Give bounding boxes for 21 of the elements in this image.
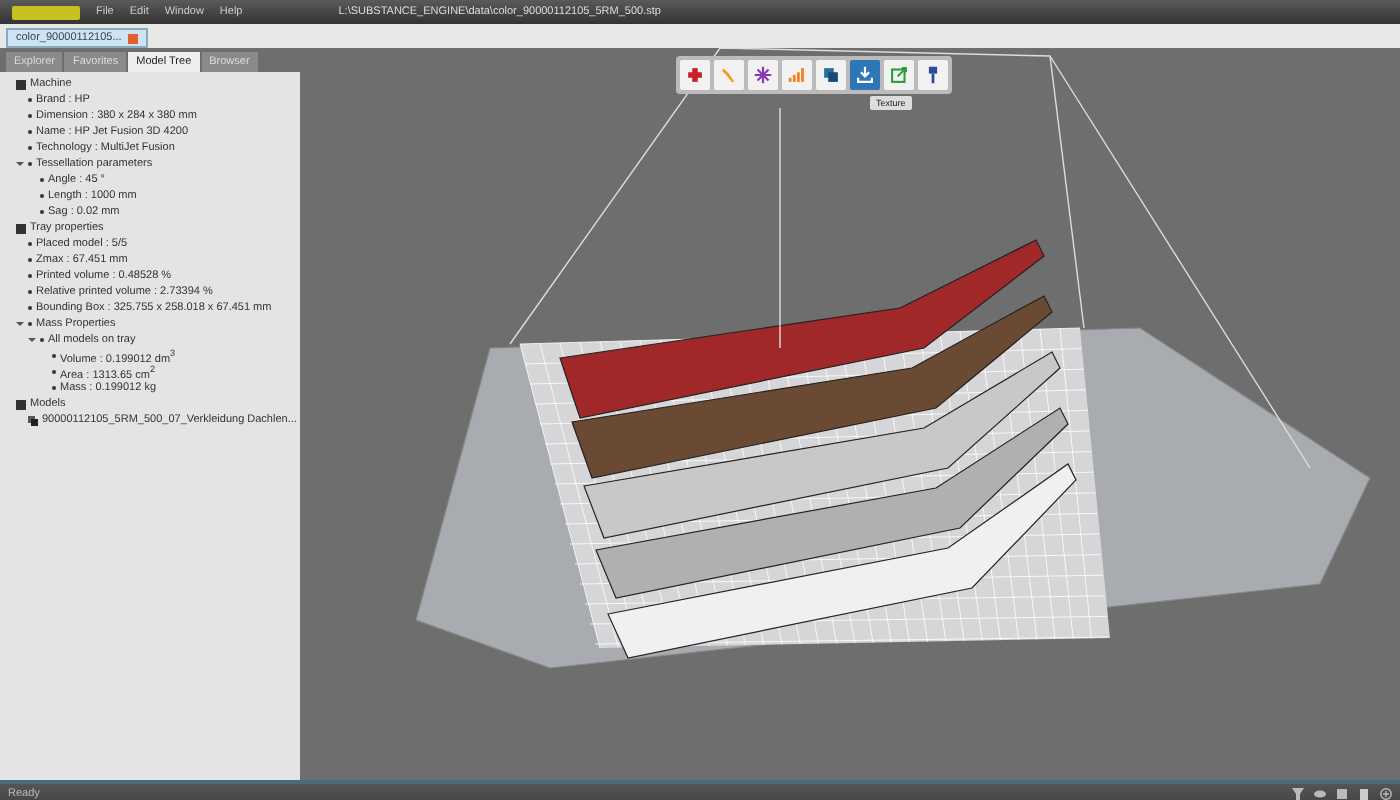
bars-icon [786, 64, 808, 86]
model-icon [28, 415, 38, 425]
plus-icon [684, 64, 706, 86]
toolbar-button[interactable] [680, 60, 710, 90]
export-icon [888, 64, 910, 86]
section-icon [16, 399, 26, 409]
toolbar-button[interactable] [918, 60, 948, 90]
section-icon [16, 79, 26, 89]
toolbar-button[interactable] [748, 60, 778, 90]
download-icon [854, 64, 876, 86]
plus-circle-icon[interactable] [1380, 788, 1392, 800]
toolbar-button[interactable] [850, 60, 880, 90]
app-logo [12, 5, 80, 19]
layers-icon [820, 64, 842, 86]
toolbar-button[interactable] [816, 60, 846, 90]
close-icon[interactable] [127, 33, 138, 43]
eye-icon[interactable] [1314, 788, 1326, 800]
section-icon [16, 223, 26, 233]
filter-icon[interactable] [1292, 788, 1304, 800]
star-icon [752, 64, 774, 86]
expand-arrow-icon[interactable] [16, 160, 24, 168]
